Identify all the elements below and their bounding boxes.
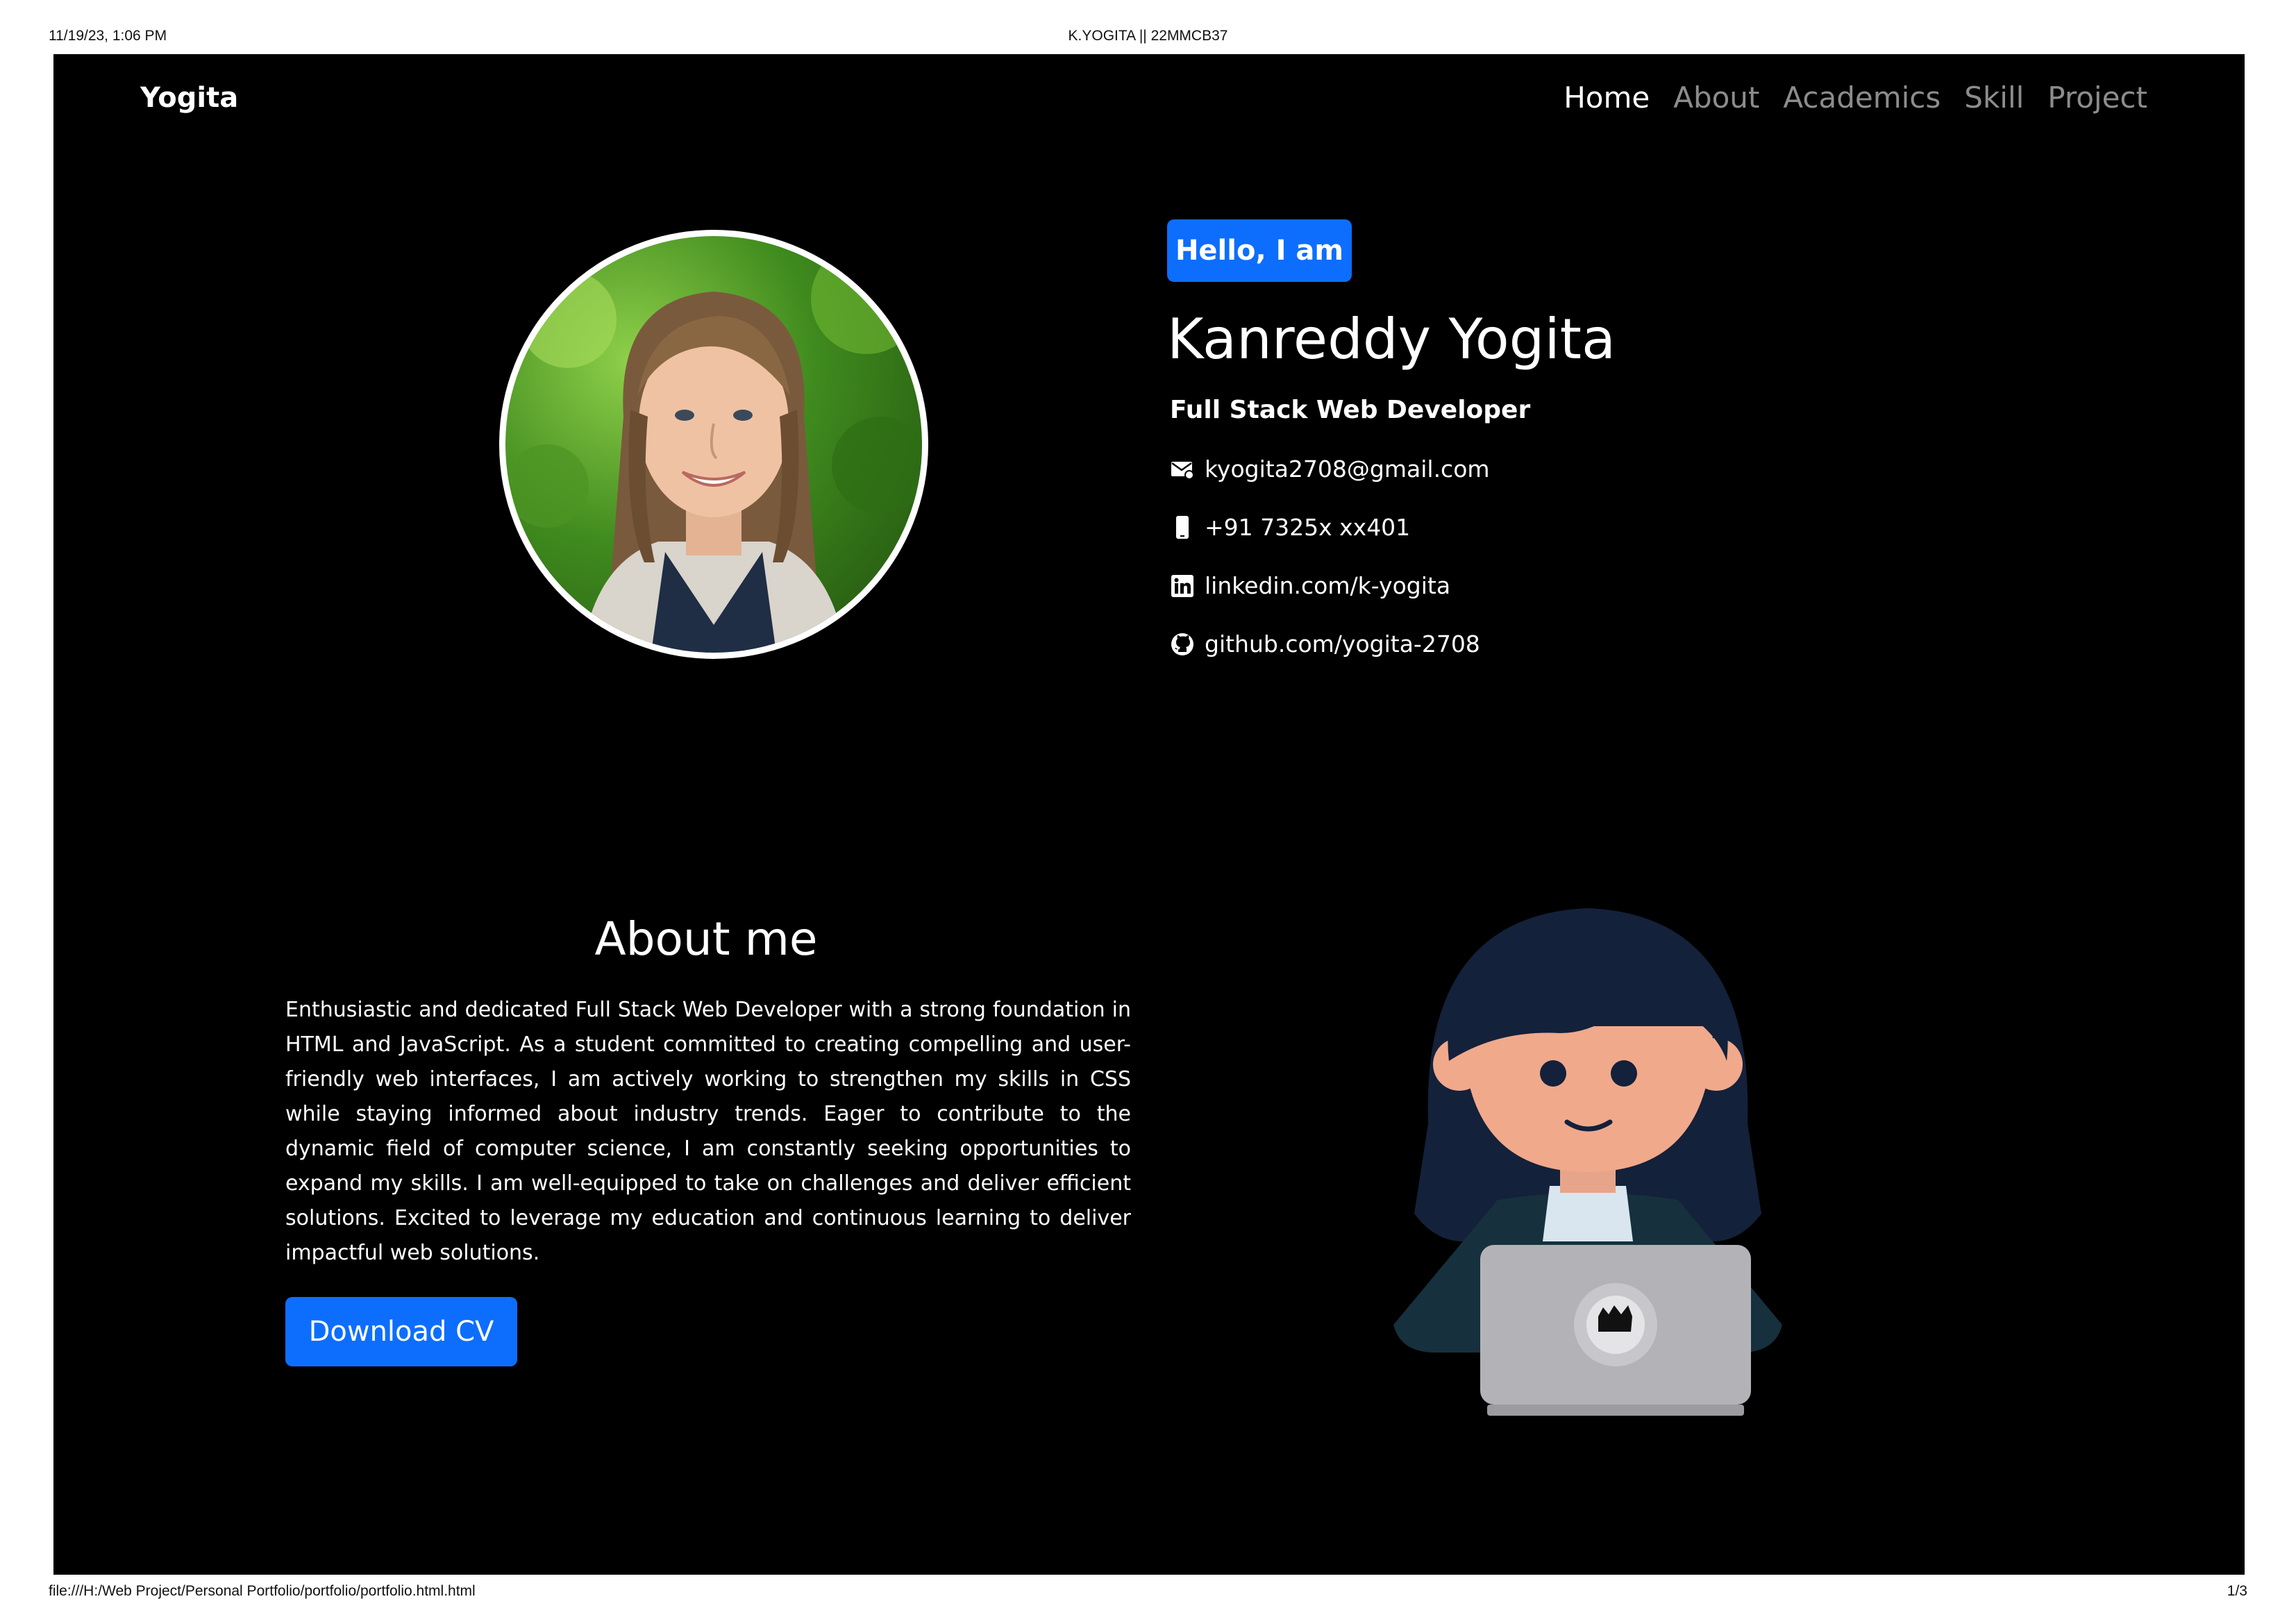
navbar: Home About Academics Skill Project <box>1564 81 2147 115</box>
print-page-number: 1/3 <box>2227 1583 2247 1599</box>
portfolio-page: Yogita Home About Academics Skill Projec… <box>53 54 2245 1575</box>
contact-email[interactable]: kyogita2708@gmail.com <box>1170 455 1490 483</box>
contact-email-text: kyogita2708@gmail.com <box>1205 455 1490 483</box>
contact-phone-text: +91 7325x xx401 <box>1205 514 1411 541</box>
print-url: file:///H:/Web Project/Personal Portfoli… <box>49 1583 476 1599</box>
hero-name: Kanreddy Yogita <box>1167 307 1616 371</box>
about-title: About me <box>594 912 818 966</box>
print-doc-title: K.YOGITA || 22MMCB37 <box>1068 28 1228 44</box>
nav-link-skill[interactable]: Skill <box>1964 81 2024 115</box>
envelope-icon <box>1170 457 1195 482</box>
download-cv-button[interactable]: Download CV <box>285 1297 517 1366</box>
linkedin-icon <box>1170 574 1195 598</box>
nav-link-about[interactable]: About <box>1673 81 1759 115</box>
contact-linkedin[interactable]: linkedin.com/k-yogita <box>1170 572 1450 599</box>
navbar-brand[interactable]: Yogita <box>140 82 238 114</box>
developer-illustration <box>1352 853 1824 1422</box>
phone-icon <box>1170 515 1195 540</box>
github-icon <box>1170 632 1195 657</box>
nav-link-project[interactable]: Project <box>2047 81 2147 115</box>
profile-photo <box>499 230 928 659</box>
hero-role: Full Stack Web Developer <box>1170 396 1531 424</box>
contact-linkedin-text: linkedin.com/k-yogita <box>1205 572 1451 599</box>
contact-github-text: github.com/yogita-2708 <box>1205 630 1480 658</box>
hello-badge: Hello, I am <box>1167 219 1352 282</box>
nav-link-academics[interactable]: Academics <box>1783 81 1941 115</box>
contact-phone[interactable]: +91 7325x xx401 <box>1170 514 1410 541</box>
nav-link-home[interactable]: Home <box>1564 81 1650 115</box>
about-text: Enthusiastic and dedicated Full Stack We… <box>285 998 1131 1265</box>
contact-github[interactable]: github.com/yogita-2708 <box>1170 630 1480 658</box>
